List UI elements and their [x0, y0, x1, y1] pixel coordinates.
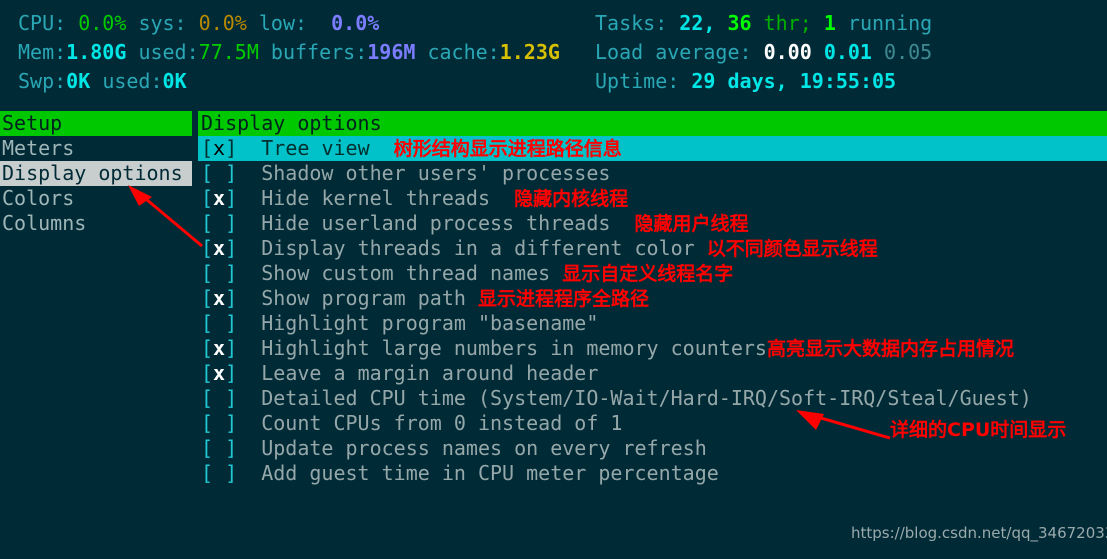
tasks-label: Tasks:: [595, 11, 668, 35]
checkbox-threads-different-color[interactable]: [x]: [201, 236, 237, 260]
option-label: Detailed CPU time (System/IO-Wait/Hard-I…: [261, 386, 1032, 410]
option-label: Count CPUs from 0 instead of 1: [261, 411, 623, 435]
checkbox-detailed-cpu-time[interactable]: [ ]: [201, 386, 237, 410]
option-row-show-program-path[interactable]: [x] Show program path 显示进程程序全路径: [198, 286, 1107, 311]
mem-cache-label: cache:: [427, 40, 500, 64]
cpu-sys-value: 0.0%: [198, 11, 247, 35]
checkbox-tree-view[interactable]: [x]: [201, 136, 237, 160]
option-label: Leave a margin around header: [261, 361, 599, 385]
tasks-count: 22,: [679, 11, 716, 35]
cpu-meter-line: CPU: 0.0% sys: 0.0% low: 0.0%: [18, 13, 379, 33]
swp-label: Swp:: [18, 69, 67, 93]
cpu-sys-label: sys:: [138, 11, 187, 35]
uptime-days: 29: [691, 69, 716, 93]
cpu-label: CPU:: [18, 11, 67, 35]
option-label: Highlight program "basename": [261, 311, 599, 335]
tasks-running-label: running: [847, 11, 933, 35]
swp-total-value: 0K: [66, 69, 91, 93]
checkbox-count-cpus-from-zero[interactable]: [ ]: [201, 411, 237, 435]
option-row-detailed-cpu-time[interactable]: [ ] Detailed CPU time (System/IO-Wait/Ha…: [198, 386, 1107, 411]
uptime-label: Uptime:: [595, 69, 680, 93]
cpu-user-value: 0.0%: [78, 11, 127, 35]
checkbox-leave-margin-header[interactable]: [x]: [201, 361, 237, 385]
mem-meter-line: Mem:1.80G used:77.5M buffers:196M cache:…: [18, 42, 560, 62]
option-row-threads-different-color[interactable]: [x] Display threads in a different color…: [198, 236, 1107, 261]
option-label: Add guest time in CPU meter percentage: [261, 461, 719, 485]
sidebar-item-colors[interactable]: Colors: [0, 186, 190, 211]
load-average-line: Load average: 0.00 0.01 0.05: [595, 42, 932, 62]
watermark-url: https://blog.csdn.net/qq_34672033: [851, 524, 1107, 542]
option-row-highlight-large-numbers[interactable]: [x] Highlight large numbers in memory co…: [198, 336, 1107, 361]
swp-used-value: 0K: [162, 69, 187, 93]
option-label: Shadow other users' processes: [261, 161, 611, 185]
sidebar-item-meters[interactable]: Meters: [0, 136, 190, 161]
option-label: Hide userland process threads: [261, 211, 611, 235]
option-label: Show custom thread names: [261, 261, 551, 285]
load-15min: 0.05: [884, 40, 933, 64]
mem-used-label: used:: [138, 40, 199, 64]
htop-meters-header: CPU: 0.0% sys: 0.0% low: 0.0% Mem:1.80G …: [0, 0, 1107, 108]
option-label: Show program path: [261, 286, 466, 310]
checkbox-shadow-other-users[interactable]: [ ]: [201, 161, 237, 185]
checkbox-highlight-large-numbers[interactable]: [x]: [201, 336, 237, 360]
option-row-hide-userland-threads[interactable]: [ ] Hide userland process threads 隐藏用户线程: [198, 211, 1107, 236]
option-label: Display threads in a different color: [261, 236, 695, 260]
cpu-low-label: low:: [258, 11, 308, 35]
checkbox-add-guest-time[interactable]: [ ]: [201, 461, 237, 485]
mem-cache-value: 1.23G: [499, 40, 560, 64]
tasks-line: Tasks: 22, 36 thr; 1 running: [595, 13, 932, 33]
mem-used-value: 77.5M: [198, 40, 259, 64]
option-label: Update process names on every refresh: [261, 436, 707, 460]
option-label: Hide kernel threads: [261, 186, 491, 210]
option-annotation: 高亮显示大数据内存占用情况: [766, 338, 1014, 360]
checkbox-hide-userland-threads[interactable]: [ ]: [201, 211, 237, 235]
tasks-thr-label: thr;: [763, 11, 812, 35]
mem-label: Mem:: [18, 40, 67, 64]
mem-buffers-value: 196M: [367, 40, 416, 64]
option-label: Tree view: [261, 136, 370, 160]
mem-buffers-label: buffers:: [270, 40, 368, 64]
checkbox-show-program-path[interactable]: [x]: [201, 286, 237, 310]
mem-total-value: 1.80G: [66, 40, 127, 64]
option-row-leave-margin-header[interactable]: [x] Leave a margin around header: [198, 361, 1107, 386]
option-annotation: 显示进程程序全路径: [477, 288, 649, 310]
option-row-add-guest-time[interactable]: [ ] Add guest time in CPU meter percenta…: [198, 461, 1107, 486]
uptime-days-label: days,: [727, 69, 788, 93]
swap-meter-line: Swp:0K used:0K: [18, 71, 187, 91]
checkbox-hide-kernel-threads[interactable]: [x]: [201, 186, 237, 210]
option-label: Highlight large numbers in memory counte…: [261, 336, 767, 360]
cpu-time-callout-label: 详细的CPU时间显示: [890, 419, 1067, 441]
load-1min: 0.00: [763, 40, 812, 64]
checkbox-highlight-basename[interactable]: [ ]: [201, 311, 237, 335]
option-row-shadow-other-users[interactable]: [ ] Shadow other users' processes: [198, 161, 1107, 186]
load-label: Load average:: [595, 40, 752, 64]
sidebar-header-setup: Setup: [0, 111, 192, 136]
checkbox-custom-thread-names[interactable]: [ ]: [201, 261, 237, 285]
panel-title: Display options: [198, 111, 1107, 136]
sidebar-item-display-options[interactable]: Display options: [0, 161, 192, 186]
option-row-custom-thread-names[interactable]: [ ] Show custom thread names 显示自定义线程名字: [198, 261, 1107, 286]
cpu-low-value: 0.0%: [331, 11, 380, 35]
load-5min: 0.01: [823, 40, 872, 64]
option-annotation: 隐藏用户线程: [634, 213, 749, 235]
option-row-tree-view[interactable]: [x] Tree view 树形结构显示进程路径信息: [198, 136, 1107, 161]
checkbox-update-process-names[interactable]: [ ]: [201, 436, 237, 460]
setup-sidebar: Setup Meters Display options Colors Colu…: [0, 111, 192, 511]
option-annotation: 树形结构显示进程路径信息: [393, 138, 622, 160]
uptime-clock: 19:55:05: [799, 69, 897, 93]
option-row-highlight-basename[interactable]: [ ] Highlight program "basename": [198, 311, 1107, 336]
sidebar-item-columns[interactable]: Columns: [0, 211, 190, 236]
option-row-hide-kernel-threads[interactable]: [x] Hide kernel threads 隐藏内核线程: [198, 186, 1107, 211]
option-annotation: 隐藏内核线程: [514, 188, 629, 210]
tasks-running-count: 1: [823, 11, 836, 35]
swp-used-label: used:: [102, 69, 163, 93]
uptime-line: Uptime: 29 days, 19:55:05: [595, 71, 896, 91]
option-annotation: 显示自定义线程名字: [562, 263, 734, 285]
option-annotation: 以不同颜色显示线程: [706, 238, 878, 260]
tasks-threads: 36: [727, 11, 752, 35]
